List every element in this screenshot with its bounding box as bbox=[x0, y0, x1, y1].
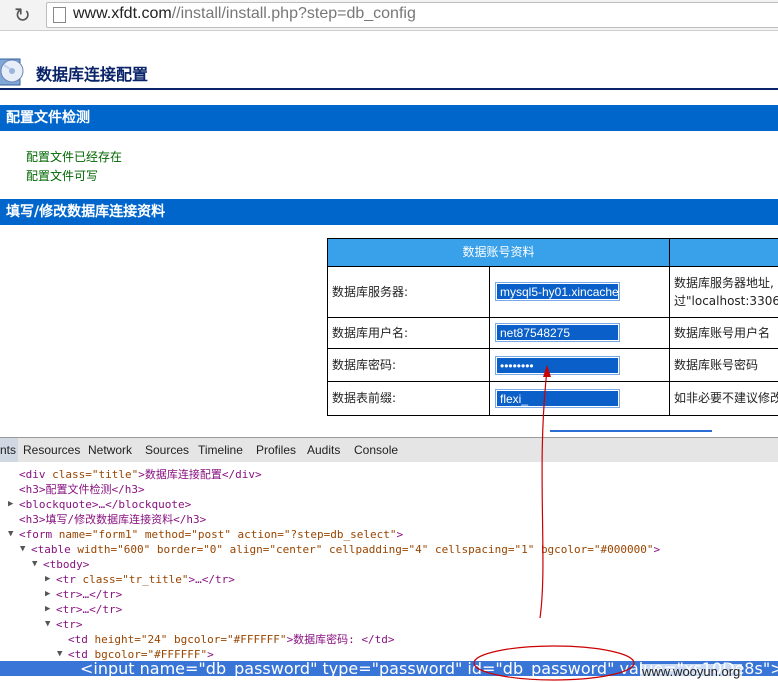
label-table-prefix: 数据表前缀: bbox=[328, 382, 489, 415]
tab-resources[interactable]: Resources bbox=[23, 443, 80, 457]
expand-icon[interactable]: ▶ bbox=[8, 499, 13, 509]
expand-icon[interactable]: ▶ bbox=[45, 589, 50, 599]
dom-line[interactable]: <tbody> bbox=[43, 557, 89, 572]
note-db-user: 数据库账号用户名 bbox=[670, 318, 778, 348]
watermark: www.wooyun.org bbox=[640, 664, 743, 679]
tab-console[interactable]: Console bbox=[354, 443, 398, 457]
tab-network[interactable]: Network bbox=[88, 443, 132, 457]
dom-line[interactable]: <tr>…</tr> bbox=[56, 587, 122, 602]
check-item-writable: 配置文件可写 bbox=[26, 169, 99, 183]
db-server-input[interactable]: mysql5-hy01.xincache bbox=[495, 282, 620, 301]
dom-line[interactable]: <tr>…</tr> bbox=[56, 602, 122, 617]
expand-icon[interactable]: ▶ bbox=[45, 574, 50, 584]
dom-line[interactable]: <blockquote>…</blockquote> bbox=[19, 497, 191, 512]
url-host: www.xfdt.com bbox=[73, 5, 172, 22]
tab-profiles[interactable]: Profiles bbox=[256, 443, 296, 457]
tab-audits[interactable]: Audits bbox=[307, 443, 340, 457]
table-header-right bbox=[670, 239, 778, 266]
url-field[interactable]: www.xfdt.com//install/install.php?step=d… bbox=[46, 2, 778, 28]
tab-timeline[interactable]: Timeline bbox=[198, 443, 243, 457]
dom-line[interactable]: <form name="form1" method="post" action=… bbox=[19, 527, 403, 542]
section-config-file-check: 配置文件检测 bbox=[0, 105, 778, 131]
url-path: //install/install.php?step=db_config bbox=[171, 5, 416, 22]
collapse-icon[interactable]: ▼ bbox=[45, 619, 50, 629]
tab-sources[interactable]: Sources bbox=[145, 443, 189, 457]
install-cd-icon bbox=[0, 58, 24, 86]
reload-icon[interactable]: ↻ bbox=[14, 3, 31, 27]
dom-line[interactable]: <h3>填写/修改数据库连接资料</h3> bbox=[19, 512, 206, 527]
url-text: www.xfdt.com//install/install.php?step=d… bbox=[73, 5, 416, 23]
label-db-server: 数据库服务器: bbox=[328, 267, 489, 317]
table-prefix-input[interactable]: flexi_ bbox=[495, 389, 620, 408]
collapse-icon[interactable]: ▼ bbox=[57, 649, 62, 659]
collapse-icon[interactable]: ▼ bbox=[20, 544, 25, 554]
dom-line[interactable]: <table width="600" border="0" align="cen… bbox=[31, 542, 660, 557]
note-db-server: 数据库服务器地址, 过"localhost:3306"... bbox=[670, 267, 778, 317]
page-icon bbox=[53, 7, 66, 23]
dom-tree-panel: <div class="title">数据库连接配置</div> <h3>配置文… bbox=[0, 462, 778, 682]
label-db-user: 数据库用户名: bbox=[328, 318, 489, 348]
note-db-password: 数据库账号密码 bbox=[670, 349, 778, 381]
check-item-exists: 配置文件已经存在 bbox=[26, 150, 123, 164]
note-table-prefix: 如非必要不建议修改 bbox=[670, 382, 778, 415]
label-db-password: 数据库密码: bbox=[328, 349, 489, 381]
expand-icon[interactable]: ▶ bbox=[45, 604, 50, 614]
table-header: 数据账号资料 bbox=[328, 239, 669, 266]
db-password-input[interactable]: •••••••• bbox=[495, 356, 620, 375]
dom-line[interactable]: <div class="title">数据库连接配置</div> bbox=[19, 467, 262, 482]
note-db-server-line2: 过"localhost:3306"... bbox=[674, 294, 778, 308]
page-title: 数据库连接配置 bbox=[36, 65, 149, 84]
collapse-icon[interactable]: ▼ bbox=[32, 559, 37, 569]
note-db-server-line1: 数据库服务器地址, bbox=[674, 276, 774, 290]
devtools-tabbar: nts Resources Network Sources Timeline P… bbox=[0, 437, 778, 463]
tab-elements[interactable]: nts bbox=[0, 443, 16, 457]
collapse-icon[interactable]: ▼ bbox=[8, 529, 13, 539]
dom-line[interactable]: <tr> bbox=[56, 617, 83, 632]
submit-area-edge bbox=[550, 430, 712, 432]
section-db-connection: 填写/修改数据库连接资料 bbox=[0, 199, 778, 225]
dom-line[interactable]: <tr class="tr_title">…</tr> bbox=[56, 572, 235, 587]
dom-line[interactable]: <h3>配置文件检测</h3> bbox=[19, 482, 145, 497]
dom-line[interactable]: <td height="24" bgcolor="#FFFFFF">数据库密码:… bbox=[68, 632, 395, 647]
header-divider bbox=[0, 88, 778, 90]
db-user-input[interactable]: net87548275 bbox=[495, 323, 620, 342]
address-bar-area: ↻ www.xfdt.com//install/install.php?step… bbox=[0, 0, 778, 31]
